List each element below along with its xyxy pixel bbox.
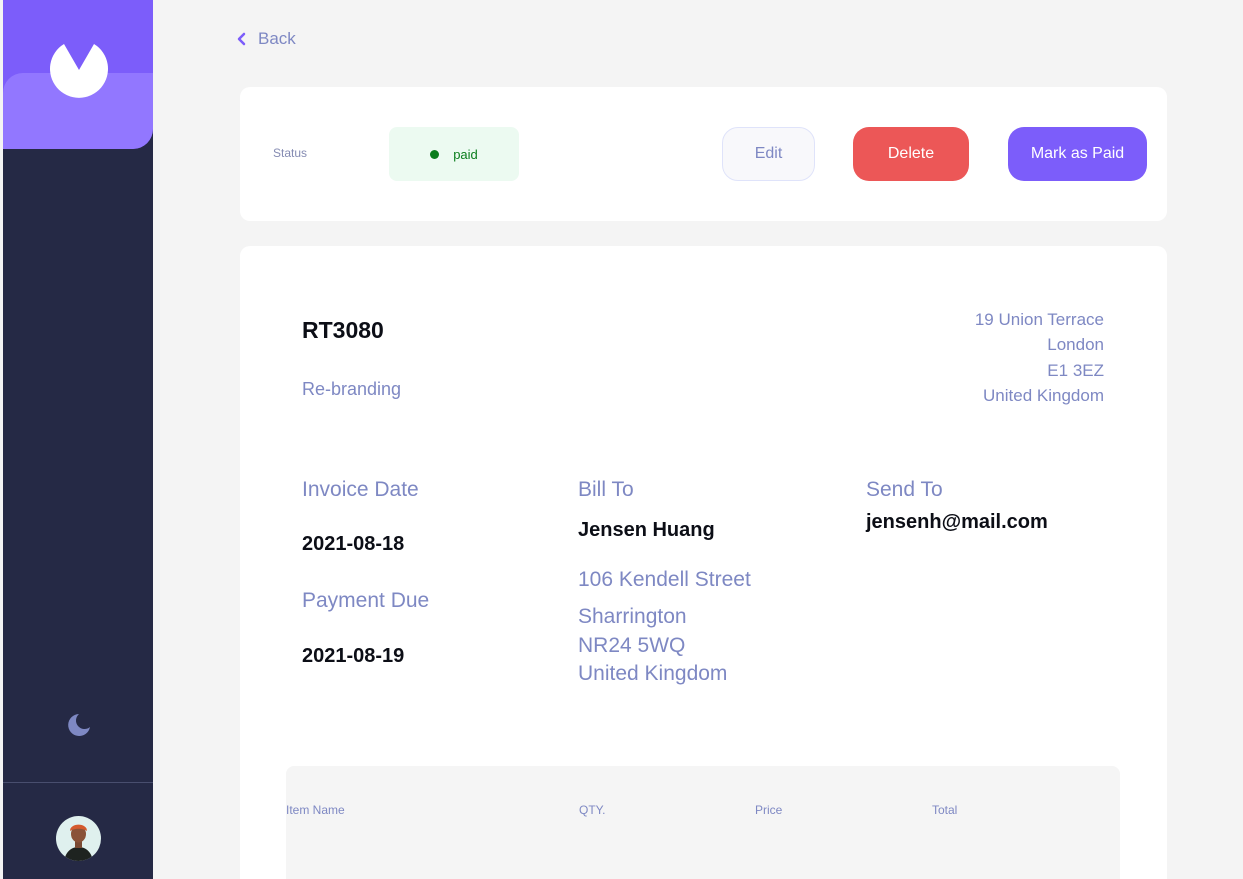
table-header-price: Price (755, 803, 783, 817)
chevron-left-icon (237, 32, 246, 46)
logo-icon (50, 44, 108, 98)
client-email: jensenh@mail.com (866, 511, 1048, 533)
invoice-description: Re-branding (302, 379, 402, 399)
table-header-qty: QTY. (579, 803, 606, 817)
status-dot-icon (430, 149, 440, 159)
payment-due-label: Payment Due (302, 589, 430, 612)
edit-button[interactable]: Edit (722, 127, 815, 181)
sidebar-divider (3, 782, 153, 783)
sender-street: 19 Union Terrace (974, 310, 1104, 329)
sender-post-code: E1 3EZ (1047, 360, 1104, 380)
logo[interactable] (3, 0, 153, 149)
sidebar (3, 0, 153, 879)
items-table: Item Name QTY. Price Total (286, 766, 1120, 879)
client-address: 106 Kendell Street Sharrington NR24 5WQ … (578, 568, 751, 689)
invoice-date-value: 2021-08-18 (302, 533, 405, 555)
theme-toggle-button[interactable] (65, 711, 93, 739)
status-value: paid (453, 146, 478, 162)
client-country: United Kingdom (578, 662, 728, 685)
status-bar: Status paid Edit Delete Mark as Paid (240, 87, 1167, 221)
payment-due-value: 2021-08-19 (302, 645, 405, 667)
invoice-id: RT3080 (302, 317, 384, 343)
bill-to-label: Bill To (578, 478, 634, 501)
avatar-image (56, 816, 101, 861)
back-link[interactable]: Back (236, 29, 296, 49)
sender-country: United Kingdom (983, 385, 1104, 405)
back-label: Back (258, 29, 296, 48)
table-header-total: Total (932, 803, 958, 817)
status-badge: paid (389, 127, 519, 181)
client-name: Jensen Huang (578, 519, 715, 541)
client-city: Sharrington (578, 605, 687, 628)
send-to-label: Send To (866, 478, 943, 501)
moon-icon (68, 714, 90, 736)
invoice-details: RT3080 Re-branding 19 Union Terrace Lond… (240, 246, 1167, 879)
client-post-code: NR24 5WQ (578, 633, 686, 657)
invoice-date-label: Invoice Date (302, 478, 419, 501)
client-street: 106 Kendell Street (578, 568, 751, 591)
delete-button[interactable]: Delete (853, 127, 969, 181)
table-header-item-name: Item Name (286, 803, 345, 817)
sender-address: 19 Union Terrace London E1 3EZ United Ki… (975, 307, 1104, 408)
mark-as-paid-button[interactable]: Mark as Paid (1008, 127, 1147, 181)
user-avatar[interactable] (56, 816, 101, 861)
sender-city: London (1047, 335, 1104, 355)
status-label: Status (273, 146, 308, 160)
